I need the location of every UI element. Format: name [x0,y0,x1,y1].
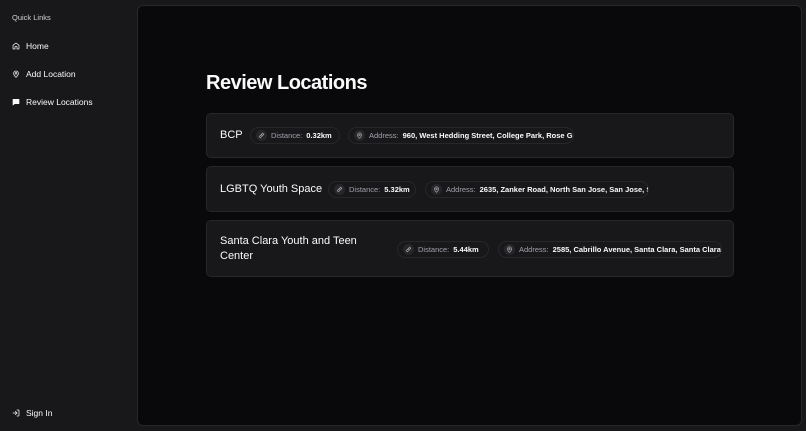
map-pin-icon [13,70,19,78]
location-card[interactable]: Santa Clara Youth and Teen Center Distan… [206,220,734,277]
location-name: Santa Clara Youth and Teen Center [220,235,357,262]
distance-pill: Distance: 0.32km [250,127,340,144]
sidebar: Quick Links Home Add Location Review Loc… [0,0,137,431]
ruler-icon [405,246,412,253]
log-in-icon [12,409,20,417]
ruler-icon [258,132,265,139]
page-title: Review Locations [206,72,367,94]
distance-value: 5.32km [384,185,410,194]
sidebar-item-review-locations[interactable]: Review Locations [12,94,93,110]
sign-in-button[interactable]: Sign In [12,405,52,421]
distance-pill: Distance: 5.44km [397,241,489,258]
sidebar-item-add-location[interactable]: Add Location [12,66,76,82]
address-pill: Address: 2585, Cabrillo Avenue, Santa Cl… [498,241,722,258]
address-value: 960, West Hedding Street, College Park, … [402,131,573,140]
map-pin-icon [434,186,439,193]
distance-value: 5.44km [453,245,479,254]
map-pin-icon [357,132,362,139]
address-label: Address: [369,131,399,140]
address-label: Address: [519,245,549,254]
address-pill: Address: 2635, Zanker Road, North San Jo… [425,181,649,198]
address-label: Address: [446,185,476,194]
location-name: LGBTQ Youth Space [220,183,323,195]
sidebar-item-home[interactable]: Home [12,38,49,54]
message-square-icon [12,99,20,106]
sidebar-item-label: Home [26,41,49,51]
location-card[interactable]: BCP Distance: 0.32km Address: 960, West … [206,113,734,158]
sidebar-item-label: Add Location [26,69,76,79]
quick-links-heading: Quick Links [12,13,51,22]
address-pill: Address: 960, West Hedding Street, Colle… [348,127,574,144]
main-panel: Review Locations BCP Distance: 0.32km Ad… [137,5,802,426]
ruler-icon [336,186,343,193]
address-value: 2585, Cabrillo Avenue, Santa Clara, Sant… [552,245,721,254]
home-icon [12,42,20,50]
address-value: 2635, Zanker Road, North San Jose, San J… [479,185,649,194]
distance-pill: Distance: 5.32km [328,181,416,198]
map-pin-icon [507,246,512,253]
distance-label: Distance: [349,185,381,194]
distance-label: Distance: [271,131,303,140]
location-card[interactable]: LGBTQ Youth Space Distance: 5.32km Addre… [206,166,734,212]
sign-in-label: Sign In [26,408,53,418]
distance-value: 0.32km [306,131,332,140]
sidebar-item-label: Review Locations [26,97,93,107]
distance-label: Distance: [418,245,450,254]
location-name: BCP [220,129,243,141]
